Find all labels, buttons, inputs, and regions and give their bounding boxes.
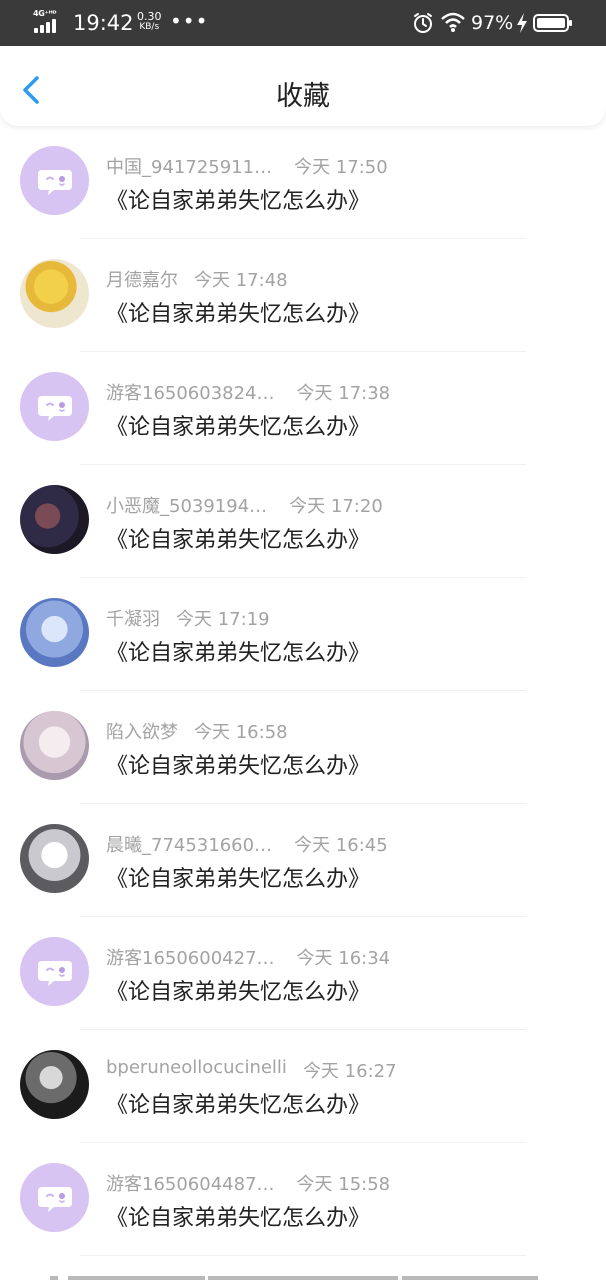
favorites-list: 中国_941725911… 今天 17:50 《论自家弟弟失忆怎么办》 月德嘉尔 今天 … [0,126,606,1256]
network-speed-unit: KB/s [139,22,160,32]
item-meta: 游客1650604487… 今天 15:58 [106,1170,391,1195]
list-item[interactable]: bperuneollocucinelli 今天 16:27 《论自家弟弟失忆怎么办》 [0,1030,606,1143]
item-meta: 晨曦_774531660… 今天 16:45 [106,831,388,856]
favorite-title: 《论自家弟弟失忆怎么办》 [106,528,371,553]
favorite-title: 《论自家弟弟失忆怎么办》 [106,189,371,214]
username: 游客1650600427… [106,948,275,969]
favorite-title: 《论自家弟弟失忆怎么办》 [106,302,371,327]
favorite-title: 《论自家弟弟失忆怎么办》 [106,415,371,440]
list-item[interactable]: 晨曦_774531660… 今天 16:45 《论自家弟弟失忆怎么办》 [0,804,606,917]
list-item[interactable]: 千凝羽 今天 17:19 《论自家弟弟失忆怎么办》 [0,578,606,691]
charging-icon [517,13,527,33]
user-avatar[interactable] [20,711,89,780]
wifi-icon [441,12,465,32]
item-meta: 陷入欲梦 今天 16:58 [106,718,288,743]
default-avatar-icon[interactable] [20,146,89,215]
item-meta: 中国_941725911… 今天 17:50 [106,153,388,178]
username: 游客1650604487… [106,1174,275,1195]
alarm-icon [414,13,432,33]
item-meta: 小恶魔_5039194… 今天 17:20 [106,492,383,517]
user-avatar[interactable] [20,598,89,667]
username: 千凝羽 [106,609,160,630]
list-item[interactable]: 中国_941725911… 今天 17:50 《论自家弟弟失忆怎么办》 [0,126,606,239]
item-meta: 千凝羽 今天 17:19 [106,605,270,630]
network-type: 4G⁺ᴴᴰ [33,9,57,18]
next-row-edge [208,1276,398,1280]
favorite-title: 《论自家弟弟失忆怎么办》 [106,754,371,779]
battery-percent: 97% [471,12,514,34]
chat-bubble-icon [38,396,72,421]
next-row-edge [68,1276,205,1280]
list-item[interactable]: 小恶魔_5039194… 今天 17:20 《论自家弟弟失忆怎么办》 [0,465,606,578]
favorite-title: 《论自家弟弟失忆怎么办》 [106,980,371,1005]
timestamp: 今天 17:19 [176,609,270,630]
user-avatar[interactable] [20,259,89,328]
row-divider [80,1255,526,1256]
signal-icon [34,19,58,33]
default-avatar-icon[interactable] [20,372,89,441]
timestamp: 今天 17:48 [194,270,288,291]
item-meta: 游客1650603824… 今天 17:38 [106,379,391,404]
user-avatar[interactable] [20,485,89,554]
list-item[interactable]: 游客1650600427… 今天 16:34 《论自家弟弟失忆怎么办》 [0,917,606,1030]
username: 陷入欲梦 [106,722,178,743]
favorite-title: 《论自家弟弟失忆怎么办》 [106,1093,371,1118]
favorite-title: 《论自家弟弟失忆怎么办》 [106,1206,371,1231]
timestamp: 今天 17:50 [294,157,388,178]
list-item[interactable]: 游客1650603824… 今天 17:38 《论自家弟弟失忆怎么办》 [0,352,606,465]
chat-bubble-icon [38,170,72,195]
timestamp: 今天 16:27 [302,1061,397,1082]
favorite-title: 《论自家弟弟失忆怎么办》 [106,641,371,666]
username: 晨曦_774531660… [106,835,273,856]
network-speed: 0.30 KB/s [137,11,162,33]
timestamp: 今天 16:58 [194,722,288,743]
status-bar: 4G⁺ᴴᴰ 19:42 0.30 KB/s ••• 97% [0,0,606,46]
header-bar: 收藏 [0,46,606,126]
next-row-edge [402,1276,538,1280]
username: 月德嘉尔 [106,270,178,291]
username: 小恶魔_5039194… [106,496,268,517]
list-item[interactable]: 陷入欲梦 今天 16:58 《论自家弟弟失忆怎么办》 [0,691,606,804]
username: bperuneollocucinelli [106,1057,287,1078]
username: 游客1650603824… [106,383,275,404]
user-avatar[interactable] [20,824,89,893]
default-avatar-icon[interactable] [20,937,89,1006]
chat-bubble-icon [38,1187,72,1212]
item-meta: bperuneollocucinelli 今天 16:27 [106,1057,397,1082]
next-row-edge [50,1276,58,1280]
timestamp: 今天 15:58 [296,1174,391,1195]
item-meta: 游客1650600427… 今天 16:34 [106,944,391,969]
favorite-title: 《论自家弟弟失忆怎么办》 [106,867,371,892]
item-meta: 月德嘉尔 今天 17:48 [106,266,288,291]
timestamp: 今天 17:20 [289,496,383,517]
timestamp: 今天 17:38 [296,383,391,404]
list-item[interactable]: 月德嘉尔 今天 17:48 《论自家弟弟失忆怎么办》 [0,239,606,352]
more-notifications-icon: ••• [170,9,209,33]
list-item[interactable]: 游客1650604487… 今天 15:58 《论自家弟弟失忆怎么办》 [0,1143,606,1256]
timestamp: 今天 16:45 [294,835,388,856]
username: 中国_941725911… [106,157,273,178]
page-title: 收藏 [276,81,330,112]
battery-icon [533,14,572,32]
timestamp: 今天 16:34 [296,948,391,969]
user-avatar[interactable] [20,1050,89,1119]
default-avatar-icon[interactable] [20,1163,89,1232]
status-time: 19:42 [73,11,134,35]
chat-bubble-icon [38,961,72,986]
